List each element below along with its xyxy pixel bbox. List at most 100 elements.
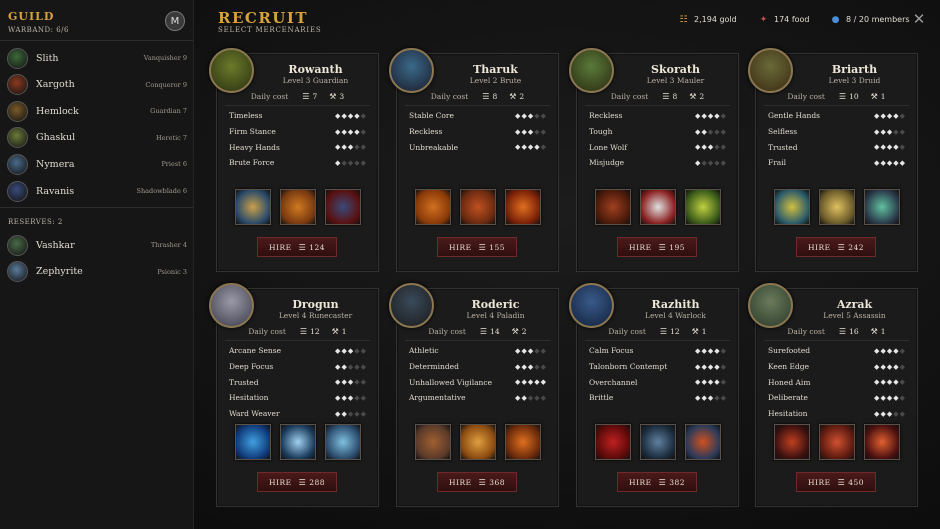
trait-name: Misjudge — [589, 158, 625, 168]
member-role: Vanquisher 9 — [143, 54, 187, 62]
mercenary-card[interactable]: Azrak Level 5 Assassin Daily cost ☰ 16 ⚒ 1 Sure… — [748, 283, 918, 507]
gem-icon: ◆ — [886, 158, 893, 167]
list-item[interactable]: Zephyrite Psionic 3 — [0, 259, 194, 285]
gem-icon: ◆ — [341, 362, 347, 371]
trait-rating: ◆ ◆ ◆ ◆ ◆ — [874, 410, 905, 418]
trait-row: Trusted ◆ ◆ ◆ ◆ ◆ — [217, 374, 378, 390]
skill-icon[interactable] — [684, 189, 721, 225]
trait-rating: ◆ ◆ ◆ ◆ ◆ — [515, 363, 546, 371]
list-item[interactable]: Hemlock Guardian 7 — [0, 98, 194, 124]
skill-icon[interactable] — [279, 189, 316, 225]
gem-icon: ◆ — [886, 111, 893, 120]
skill-icon[interactable] — [863, 189, 900, 225]
hire-button[interactable]: HIRE ☰ 450 — [796, 472, 876, 492]
portrait — [209, 48, 254, 93]
gem-icon: ◆ — [720, 127, 726, 136]
coin-stack-icon: ☰ — [838, 327, 847, 336]
mercenary-card[interactable]: Razhith Level 4 Warlock Daily cost ☰ 12 ⚒ 1 Cal… — [569, 283, 739, 507]
skill-icon[interactable] — [324, 189, 361, 225]
skill-icon[interactable] — [414, 424, 451, 460]
mercenary-card[interactable]: Rowanth Level 3 Guardian Daily cost ☰ 7 ⚒ 3 Tim… — [209, 48, 379, 272]
skill-icon[interactable] — [414, 189, 451, 225]
skill-icon[interactable] — [594, 189, 631, 225]
trait-row: Selfless ◆ ◆ ◆ ◆ ◆ — [756, 124, 917, 140]
trait-rating: ◆ ◆ ◆ ◆ ◆ — [695, 378, 726, 386]
coin-stack-icon: ☰ — [298, 477, 307, 487]
hire-button[interactable]: HIRE ☰ 155 — [437, 237, 517, 257]
gem-icon: ◆ — [341, 143, 347, 152]
skill-icon[interactable] — [324, 424, 361, 460]
skill-icon[interactable] — [504, 424, 541, 460]
gem-icon: ◆ — [714, 127, 720, 136]
gem-icon: ◆ — [540, 143, 546, 152]
trait-row: Overchannel ◆ ◆ ◆ ◆ ◆ — [577, 374, 738, 390]
gem-icon: ◆ — [886, 409, 893, 418]
gem-icon: ◆ — [527, 346, 534, 355]
list-item[interactable]: Xargoth Conqueror 9 — [0, 72, 194, 98]
hire-button[interactable]: HIRE ☰ 368 — [437, 472, 517, 492]
gem-icon: ◆ — [335, 346, 341, 355]
hire-label: HIRE — [807, 242, 831, 252]
upkeep-value: 1 — [880, 92, 886, 101]
gem-icon: ◆ — [347, 111, 354, 120]
gem-icon: ◆ — [695, 362, 701, 371]
skill-icon[interactable] — [818, 189, 855, 225]
mercenary-card[interactable]: Drogun Level 4 Runecaster Daily cost ☰ 12 ⚒ 1 A… — [209, 283, 379, 507]
skill-icon[interactable] — [773, 424, 810, 460]
list-item[interactable]: Ravanis Shadowblade 6 — [0, 178, 194, 204]
daily-cost-label: Daily cost — [430, 92, 469, 101]
portrait — [569, 48, 614, 93]
list-item[interactable]: Vashkar Thrasher 4 — [0, 232, 194, 258]
trait-name: Frail — [768, 158, 787, 168]
trait-rating: ◆ ◆ ◆ ◆ ◆ — [335, 128, 366, 136]
skill-icon[interactable] — [773, 189, 810, 225]
list-item[interactable]: Slith Vanquisher 9 — [0, 45, 194, 71]
skill-icon[interactable] — [234, 189, 271, 225]
mercenary-card[interactable]: Briarth Level 3 Druid Daily cost ☰ 10 ⚒ 1 Gentl… — [748, 48, 918, 272]
daily-cost-label: Daily cost — [428, 327, 466, 336]
skill-icon[interactable] — [863, 424, 900, 460]
list-item[interactable]: Ghaskul Heretic 7 — [0, 125, 194, 151]
guild-emblem-icon[interactable]: M — [165, 11, 185, 31]
skill-icon[interactable] — [639, 424, 676, 460]
trait-list: Timeless ◆ ◆ ◆ ◆ ◆ Firm Stance ◆ ◆ ◆ ◆ ◆ Heavy Hands… — [217, 108, 378, 171]
gem-icon: ◆ — [540, 346, 546, 355]
mercenary-card[interactable]: Skorath Level 3 Mauler Daily cost ☰ 8 ⚒ 2 Reckl… — [569, 48, 739, 272]
gem-icon: ◆ — [714, 143, 720, 152]
mercenary-class: Level 3 Guardian — [282, 76, 349, 85]
trait-name: Stable Core — [409, 111, 454, 121]
skill-icon[interactable] — [279, 424, 316, 460]
mercenary-card[interactable]: Roderic Level 4 Paladin Daily cost ☰ 14 ⚒ 2 Ath… — [389, 283, 559, 507]
skill-icon[interactable] — [459, 424, 496, 460]
divider — [405, 340, 550, 341]
mercenary-name: Azrak — [836, 298, 873, 311]
member-name: Xargoth — [36, 79, 75, 91]
hire-button[interactable]: HIRE ☰ 242 — [796, 237, 876, 257]
mercenary-card[interactable]: Tharuk Level 2 Brute Daily cost ☰ 8 ⚒ 2 Stable … — [389, 48, 559, 272]
list-item[interactable]: Nymera Priest 6 — [0, 151, 194, 177]
skill-icon[interactable] — [459, 189, 496, 225]
daily-cost-label: Daily cost — [787, 92, 825, 101]
skill-icon[interactable] — [818, 424, 855, 460]
trait-rating: ◆ ◆ ◆ ◆ ◆ — [515, 394, 546, 402]
skill-icon[interactable] — [684, 424, 721, 460]
gem-icon: ◆ — [515, 393, 521, 402]
trait-name: Honed Aim — [768, 377, 811, 387]
member-role: Priest 6 — [161, 160, 187, 169]
hire-button[interactable]: HIRE ☰ 288 — [257, 472, 337, 492]
trait-name: Selfless — [768, 127, 798, 137]
trait-name: Unhallowed Vigilance — [409, 377, 493, 387]
hire-button[interactable]: HIRE ☰ 195 — [617, 237, 697, 257]
skill-icon[interactable] — [234, 424, 271, 460]
hire-button[interactable]: HIRE ☰ 124 — [257, 237, 337, 257]
daily-cost-label: Daily cost — [250, 92, 289, 101]
skill-icon[interactable] — [504, 189, 541, 225]
skill-icon[interactable] — [639, 189, 676, 225]
close-icon[interactable]: ✕ — [911, 11, 927, 27]
gem-icon: ◆ — [695, 158, 701, 167]
hire-button[interactable]: HIRE ☰ 382 — [617, 472, 697, 492]
skill-icon[interactable] — [594, 424, 631, 460]
avatar — [7, 100, 28, 122]
food-cost-value: 14 — [490, 327, 500, 336]
food-cost-value: 12 — [670, 327, 680, 336]
